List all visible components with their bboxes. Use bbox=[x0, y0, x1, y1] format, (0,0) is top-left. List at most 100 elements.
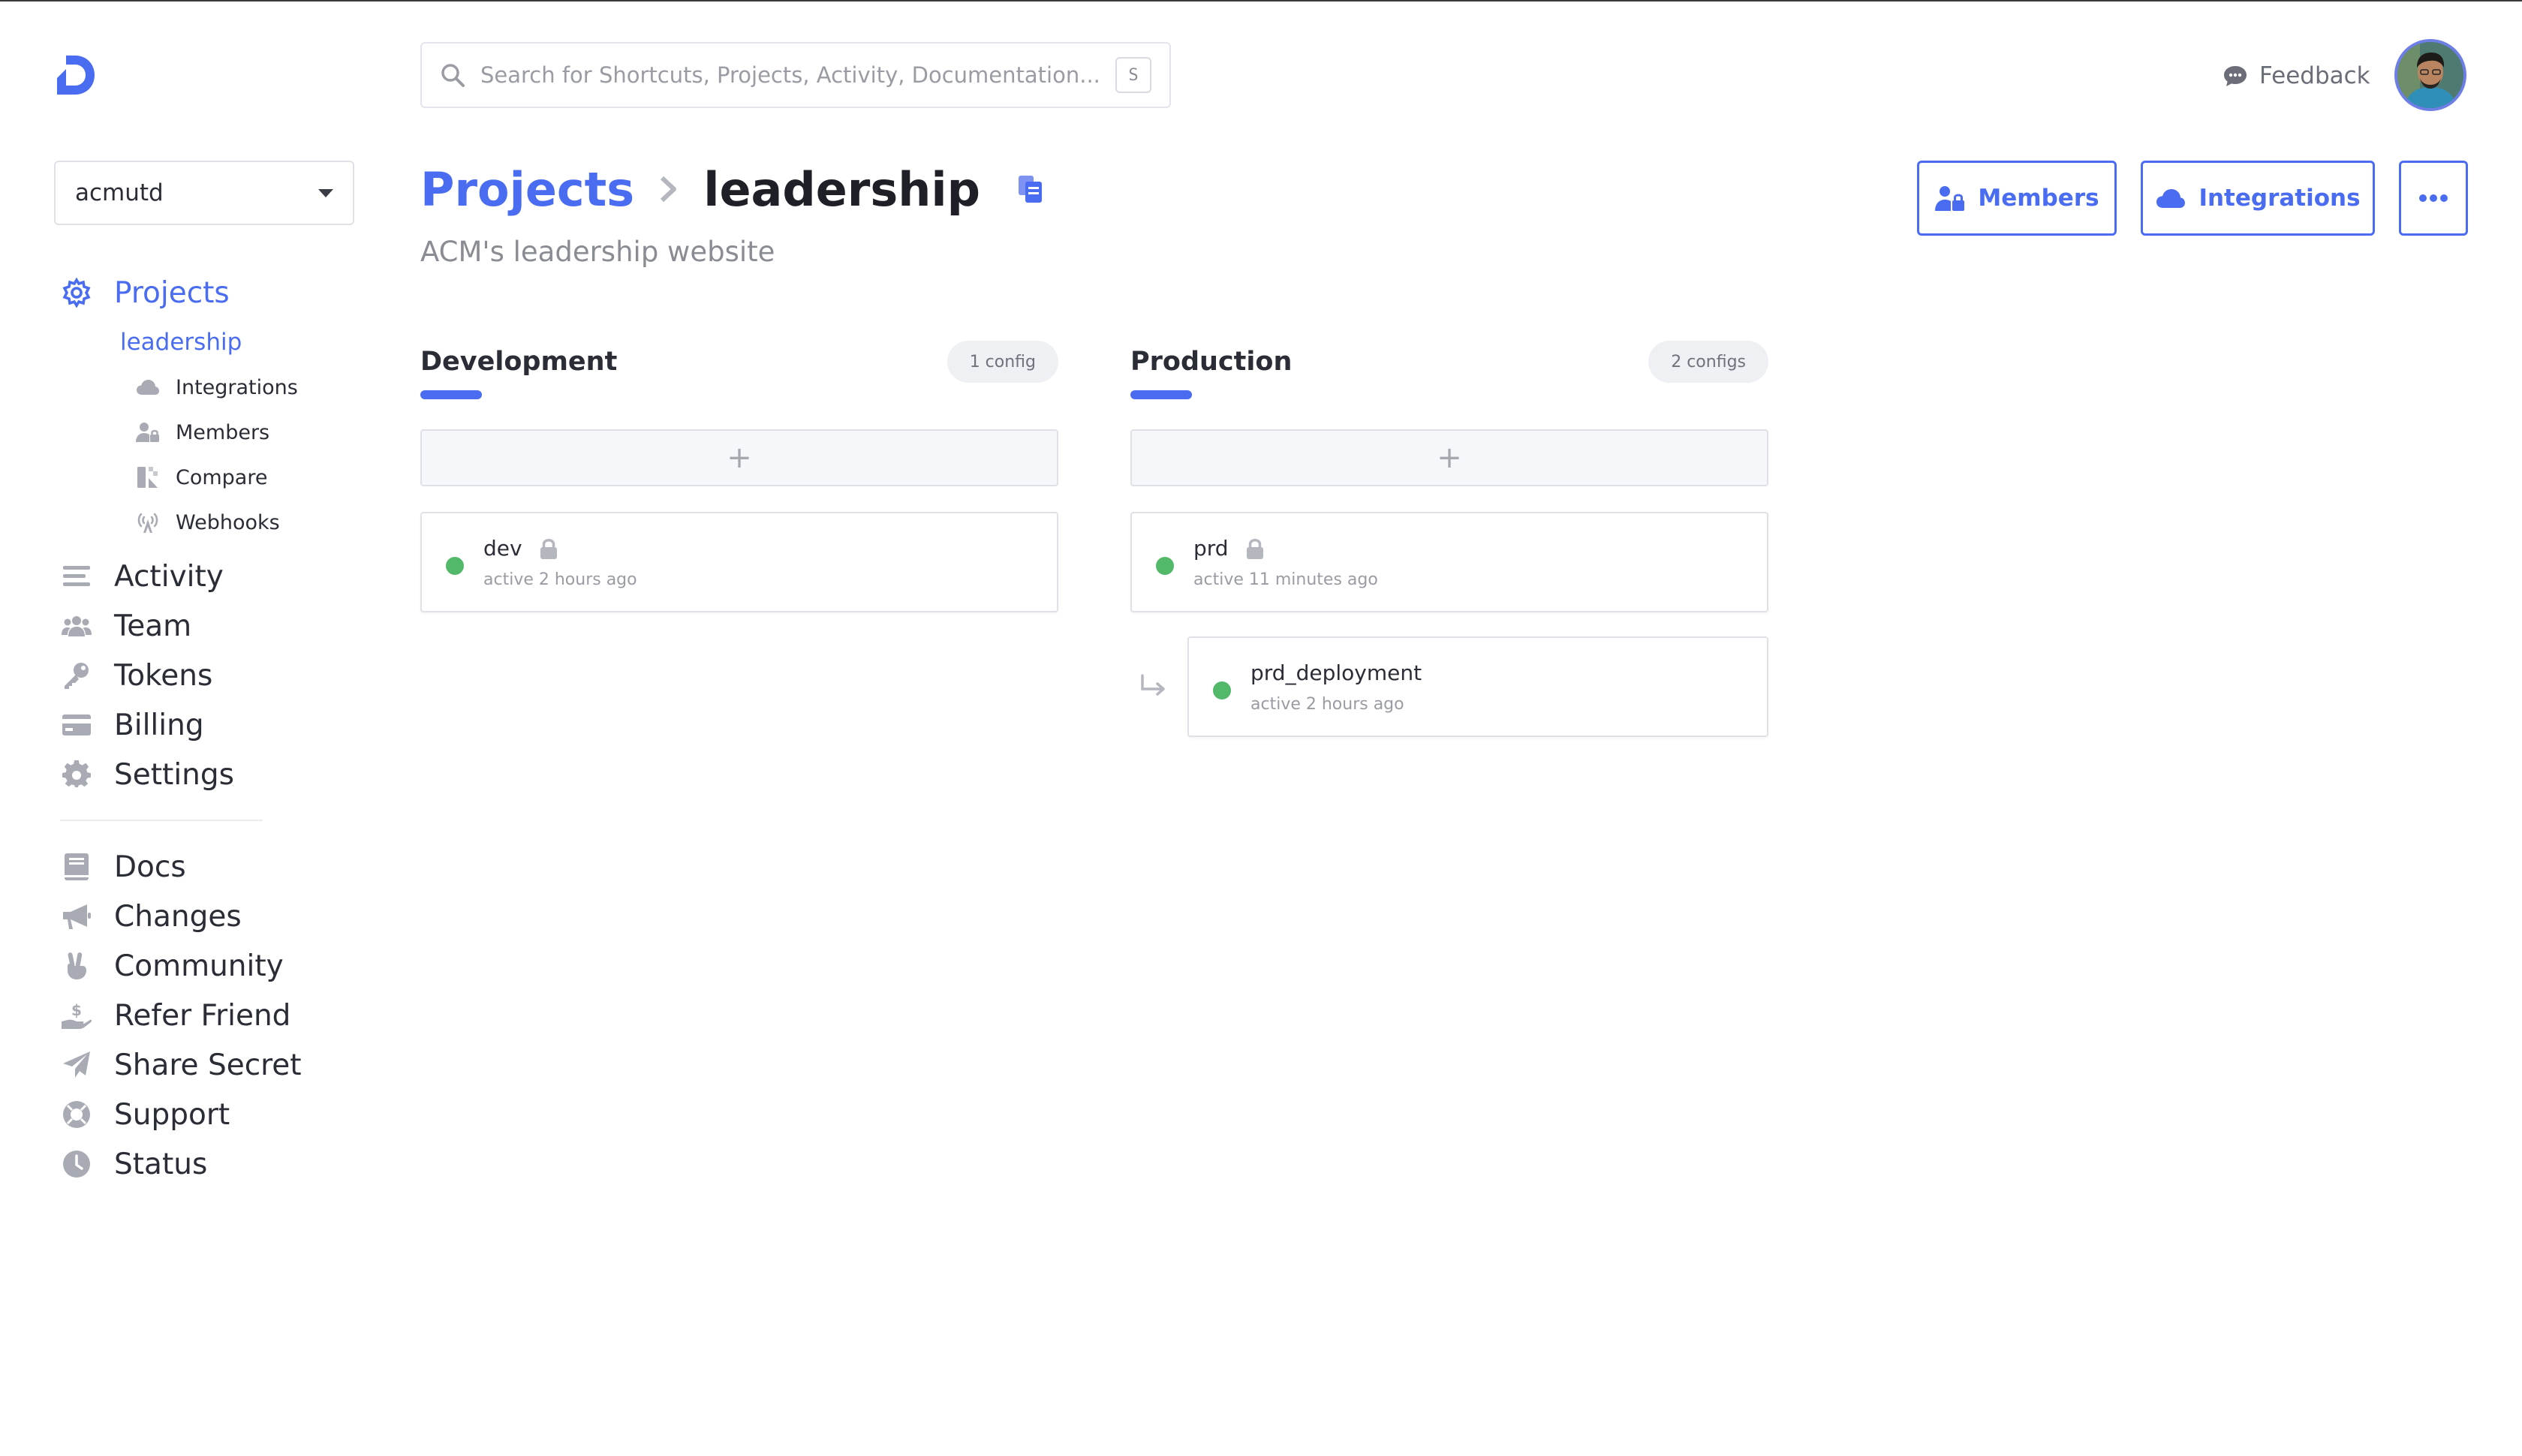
config-name-row: prd_deployment bbox=[1250, 660, 1422, 685]
branch-arrow-icon bbox=[1139, 672, 1169, 699]
sidebar-item-leadership[interactable]: leadership bbox=[120, 329, 242, 356]
sidebar-item-label: Webhooks bbox=[176, 510, 280, 534]
team-icon bbox=[62, 611, 92, 641]
status-dot bbox=[1213, 681, 1231, 699]
sidebar-item-support[interactable]: Support bbox=[62, 1094, 230, 1136]
sidebar-item-label: Refer Friend bbox=[114, 998, 291, 1033]
page-title: leadership bbox=[703, 161, 981, 217]
lock-icon bbox=[539, 537, 558, 560]
sidebar-item-integrations[interactable]: Integrations bbox=[135, 372, 298, 402]
svg-text:$: $ bbox=[71, 1001, 82, 1019]
sidebar-item-label: Tokens bbox=[114, 658, 213, 693]
sidebar-item-tokens[interactable]: Tokens bbox=[62, 654, 212, 696]
feedback-button[interactable]: Feedback bbox=[2222, 57, 2370, 95]
search-input[interactable] bbox=[480, 62, 1115, 88]
sidebar-item-status[interactable]: Status bbox=[62, 1143, 207, 1185]
config-status: active 2 hours ago bbox=[1250, 695, 1404, 714]
projects-icon bbox=[62, 278, 92, 308]
chat-bubble-icon bbox=[2222, 62, 2249, 89]
workspace-select[interactable]: acmutd bbox=[54, 161, 354, 225]
integrations-button[interactable]: Integrations bbox=[2141, 161, 2375, 236]
sidebar-item-label: Status bbox=[114, 1147, 208, 1181]
sidebar-item-label: Community bbox=[114, 949, 284, 983]
sidebar-item-share-secret[interactable]: Share Secret bbox=[62, 1044, 302, 1086]
config-name: prd bbox=[1193, 536, 1229, 561]
copy-icon[interactable] bbox=[1016, 173, 1045, 205]
caret-down-icon bbox=[318, 188, 333, 197]
environment-development: Development 1 config + dev active 2 hour… bbox=[420, 338, 1058, 612]
breadcrumb: Projects leadership bbox=[420, 155, 1045, 223]
megaphone-icon bbox=[62, 901, 92, 931]
refer-icon: $ bbox=[62, 1000, 92, 1030]
config-name-row: dev bbox=[483, 536, 558, 561]
sidebar-item-changes[interactable]: Changes bbox=[62, 895, 242, 937]
project-description: ACM's leadership website bbox=[420, 236, 775, 268]
search-box[interactable]: S bbox=[420, 42, 1171, 108]
broadcast-icon bbox=[135, 510, 161, 535]
config-card-dev[interactable]: dev active 2 hours ago bbox=[420, 512, 1058, 612]
config-name: dev bbox=[483, 536, 522, 561]
integrations-button-label: Integrations bbox=[2198, 185, 2361, 212]
cloud-icon bbox=[2155, 184, 2186, 212]
add-config-button[interactable]: + bbox=[420, 429, 1058, 486]
peace-hand-icon bbox=[62, 951, 92, 981]
sidebar-item-label: Billing bbox=[114, 708, 204, 742]
lock-icon bbox=[1245, 537, 1265, 560]
paper-plane-icon bbox=[62, 1050, 92, 1080]
members-button[interactable]: Members bbox=[1917, 161, 2117, 236]
config-count-badge: 2 configs bbox=[1648, 341, 1768, 383]
workspace-name: acmutd bbox=[75, 179, 164, 206]
sidebar-item-activity[interactable]: Activity bbox=[62, 555, 224, 597]
sidebar-divider bbox=[60, 820, 263, 821]
lifebuoy-icon bbox=[62, 1100, 92, 1130]
environment-production: Production 2 configs + prd active 11 min… bbox=[1130, 338, 1768, 737]
environment-title: Production bbox=[1130, 347, 1293, 377]
sidebar-item-refer-friend[interactable]: $ Refer Friend bbox=[62, 994, 290, 1036]
sidebar-item-compare[interactable]: Compare bbox=[135, 462, 267, 492]
sidebar-item-label: Projects bbox=[114, 275, 230, 310]
sidebar-item-team[interactable]: Team bbox=[62, 605, 191, 647]
members-lock-icon bbox=[1934, 184, 1966, 212]
environment-accent-bar bbox=[1130, 390, 1192, 399]
compare-icon bbox=[135, 465, 161, 490]
ellipsis-icon bbox=[2418, 194, 2448, 203]
sidebar-item-community[interactable]: Community bbox=[62, 945, 284, 987]
breadcrumb-projects-link[interactable]: Projects bbox=[420, 162, 634, 217]
sidebar-item-label: Settings bbox=[114, 757, 234, 792]
more-options-button[interactable] bbox=[2399, 161, 2468, 236]
branch-config-row: prd_deployment active 2 hours ago bbox=[1130, 636, 1768, 737]
doppler-logo[interactable] bbox=[53, 53, 98, 98]
activity-icon bbox=[62, 561, 92, 591]
credit-card-icon bbox=[62, 710, 92, 740]
sidebar-item-label: Share Secret bbox=[114, 1048, 302, 1082]
config-name: prd_deployment bbox=[1250, 660, 1422, 685]
sidebar-item-docs[interactable]: Docs bbox=[62, 846, 186, 888]
sidebar-item-members[interactable]: Members bbox=[135, 417, 269, 447]
sidebar-item-label: Activity bbox=[114, 559, 224, 594]
sidebar-item-webhooks[interactable]: Webhooks bbox=[135, 507, 280, 537]
gear-icon bbox=[62, 760, 92, 790]
environment-accent-bar bbox=[420, 390, 482, 399]
sidebar-item-label: Team bbox=[114, 609, 192, 643]
user-avatar[interactable] bbox=[2394, 39, 2466, 111]
sidebar-item-billing[interactable]: Billing bbox=[62, 704, 204, 746]
search-icon bbox=[440, 62, 465, 88]
search-shortcut-key: S bbox=[1115, 57, 1151, 93]
sidebar-item-label: Integrations bbox=[176, 375, 298, 399]
add-config-button[interactable]: + bbox=[1130, 429, 1768, 486]
sidebar-item-label: Support bbox=[114, 1097, 230, 1132]
cloud-icon bbox=[135, 375, 161, 400]
config-card-prd[interactable]: prd active 11 minutes ago bbox=[1130, 512, 1768, 612]
config-status: active 2 hours ago bbox=[483, 570, 637, 589]
config-card-prd-deployment[interactable]: prd_deployment active 2 hours ago bbox=[1187, 636, 1768, 737]
status-dot bbox=[446, 557, 464, 575]
environment-title: Development bbox=[420, 347, 618, 377]
config-count-badge: 1 config bbox=[947, 341, 1058, 383]
sidebar-item-settings[interactable]: Settings bbox=[62, 754, 234, 796]
feedback-label: Feedback bbox=[2259, 62, 2370, 89]
book-icon bbox=[62, 852, 92, 882]
sidebar-item-label: Changes bbox=[114, 899, 242, 934]
sidebar-item-projects[interactable]: Projects bbox=[62, 272, 230, 314]
sidebar-item-label: Docs bbox=[114, 850, 186, 884]
chevron-right-icon bbox=[657, 174, 681, 204]
